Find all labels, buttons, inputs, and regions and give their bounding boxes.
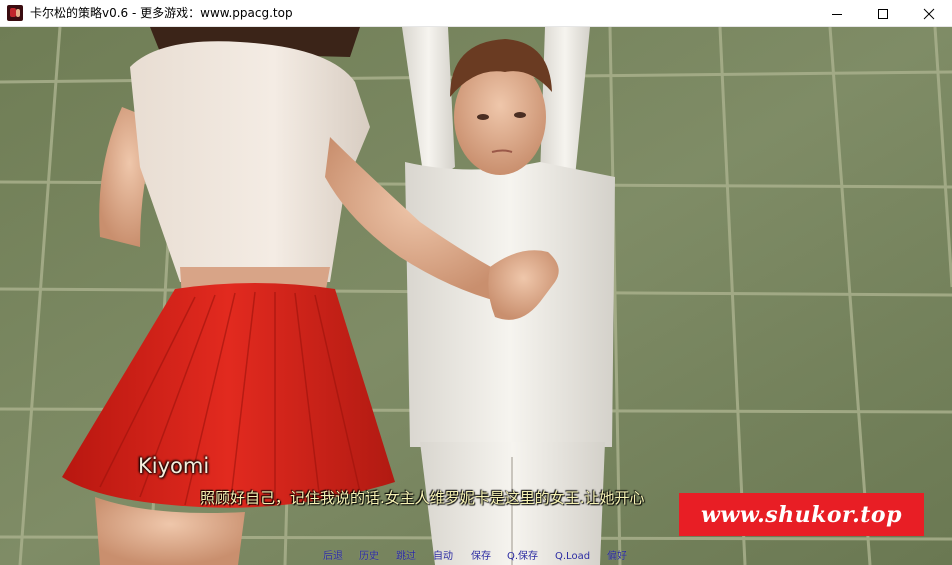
game-viewport[interactable]: Kiyomi 照顾好自己，记住我说的话.女主人维罗妮卡是这里的女王.让她开心 w…: [0, 27, 952, 565]
maximize-button[interactable]: [860, 0, 906, 27]
quick-menu-preferences[interactable]: 偏好: [607, 550, 627, 564]
speaker-name: Kiyomi: [138, 454, 210, 478]
close-button[interactable]: [906, 0, 952, 27]
maximize-icon: [878, 8, 888, 19]
quick-menu-save[interactable]: 保存: [471, 550, 491, 564]
quick-menu-skip[interactable]: 跳过: [396, 550, 416, 564]
quick-menu-quick-save[interactable]: Q.保存: [507, 550, 538, 564]
minimize-icon: [832, 13, 842, 15]
title-bar[interactable]: 卡尔松的策略v0.6 - 更多游戏：www.ppacg.top: [0, 0, 952, 27]
window-title: 卡尔松的策略v0.6 - 更多游戏：www.ppacg.top: [30, 6, 293, 20]
quick-menu-history[interactable]: 历史: [359, 550, 379, 564]
dialogue-text[interactable]: 照顾好自己，记住我说的话.女主人维罗妮卡是这里的女王.让她开心: [200, 488, 678, 508]
quick-menu-back[interactable]: 后退: [323, 550, 343, 564]
quick-menu-auto[interactable]: 自动: [433, 550, 453, 564]
app-icon: [7, 5, 23, 21]
close-icon: [923, 8, 935, 19]
watermark-text: www.shukor.top: [700, 501, 902, 528]
quick-menu-quick-load[interactable]: Q.Load: [555, 550, 590, 564]
game-window: 卡尔松的策略v0.6 - 更多游戏：www.ppacg.top Kiyomi 照…: [0, 0, 952, 565]
quick-menu: 后退 历史 跳过 自动 保存 Q.保存 Q.Load 偏好: [0, 550, 952, 565]
minimize-button[interactable]: [814, 0, 860, 27]
scene-illustration: [0, 27, 952, 565]
watermark-banner: www.shukor.top: [679, 493, 924, 536]
